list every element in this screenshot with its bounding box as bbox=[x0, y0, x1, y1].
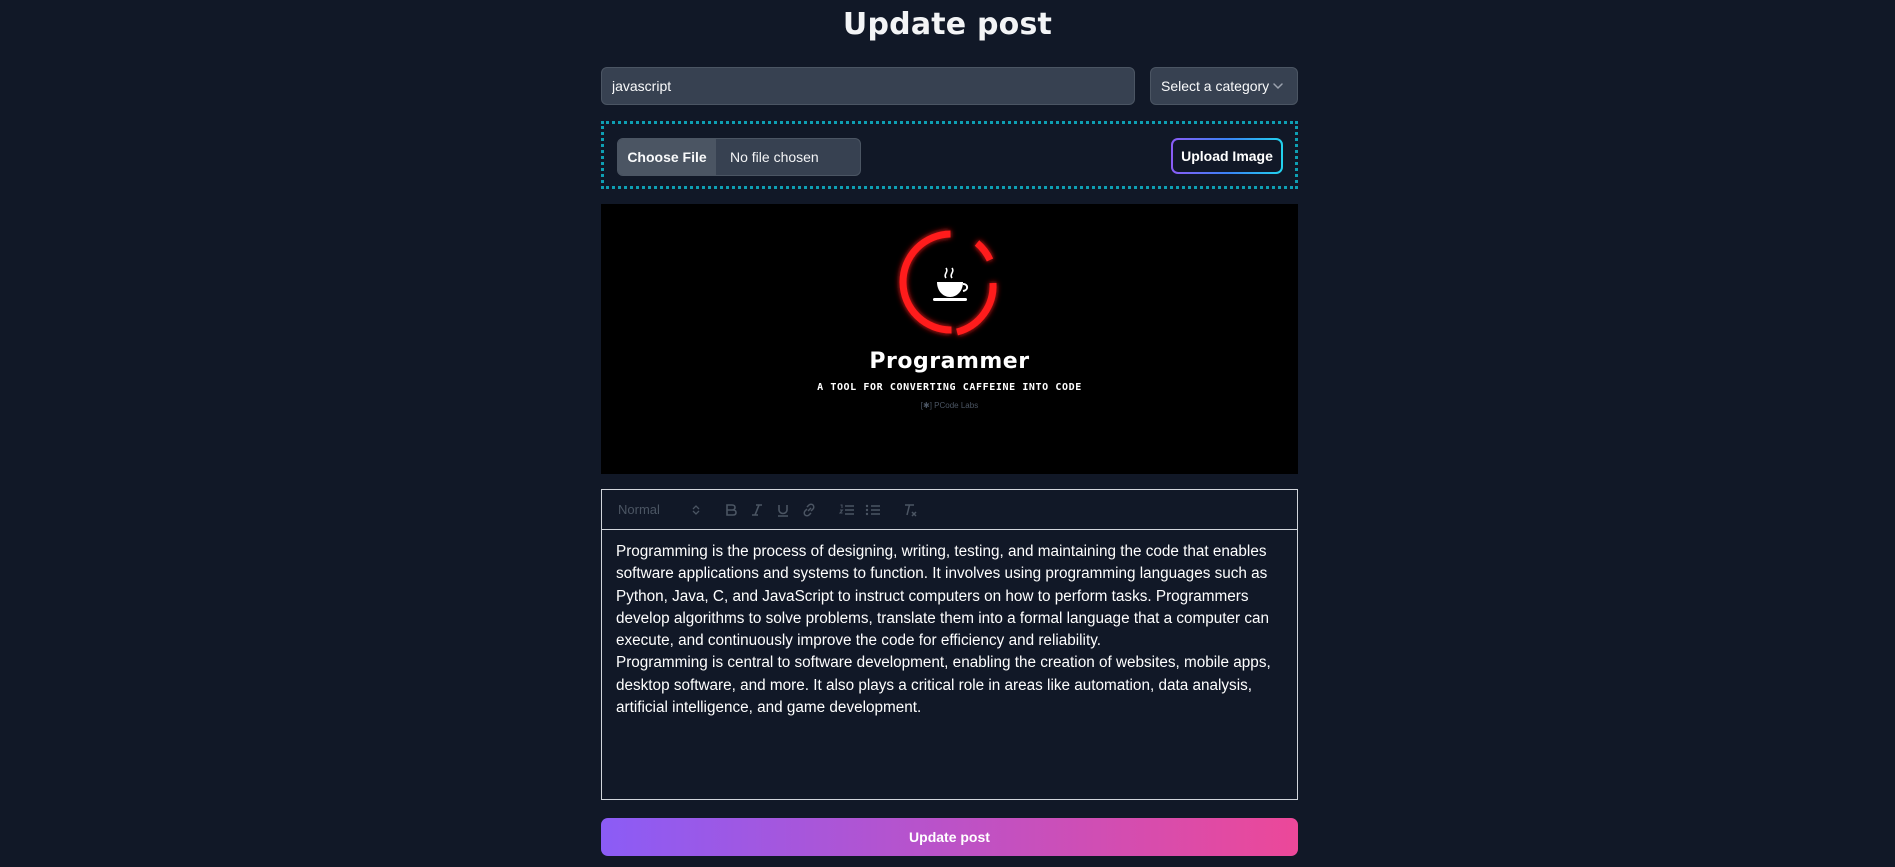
italic-icon[interactable] bbox=[744, 498, 770, 522]
link-icon[interactable] bbox=[796, 498, 822, 522]
editor-toolbar: Normal bbox=[602, 490, 1297, 530]
ordered-list-icon[interactable] bbox=[834, 498, 860, 522]
bullet-list-icon[interactable] bbox=[860, 498, 886, 522]
format-select-value: Normal bbox=[618, 502, 660, 517]
page-title: Update post bbox=[842, 7, 1053, 42]
upload-image-button[interactable]: Upload Image bbox=[1171, 138, 1283, 174]
underline-icon[interactable] bbox=[770, 498, 796, 522]
rich-text-editor: Normal Programming is the process of des… bbox=[601, 489, 1298, 800]
file-status-text: No file chosen bbox=[730, 149, 819, 165]
post-title-input[interactable] bbox=[601, 67, 1135, 105]
image-preview: Programmer A TOOL FOR CONVERTING CAFFEIN… bbox=[601, 204, 1298, 474]
coffee-cup-icon bbox=[933, 267, 969, 301]
category-select-value: Select a category bbox=[1161, 78, 1270, 94]
editor-paragraph: Programming is the process of designing,… bbox=[616, 543, 1270, 650]
update-post-page: Update post Select a category Choose Fil… bbox=[0, 0, 1895, 867]
image-upload-dropzone: Choose File No file chosen Upload Image bbox=[601, 121, 1298, 189]
editor-paragraph: Programming is central to software devel… bbox=[616, 654, 1271, 717]
clear-format-icon[interactable] bbox=[898, 498, 924, 522]
sort-arrows-icon bbox=[692, 504, 700, 515]
file-input[interactable]: Choose File No file chosen bbox=[617, 138, 861, 176]
preview-credit: [✱] PCode Labs bbox=[920, 401, 979, 410]
category-select[interactable]: Select a category bbox=[1150, 67, 1298, 105]
bold-icon[interactable] bbox=[718, 498, 744, 522]
preview-heading: Programmer bbox=[869, 349, 1030, 374]
choose-file-button[interactable]: Choose File bbox=[618, 139, 716, 175]
update-post-button[interactable]: Update post bbox=[601, 818, 1298, 856]
editor-content[interactable]: Programming is the process of designing,… bbox=[602, 530, 1297, 730]
chevron-down-icon bbox=[1273, 83, 1283, 90]
preview-subtitle: A TOOL FOR CONVERTING CAFFEINE INTO CODE bbox=[817, 382, 1082, 393]
caffeine-ring-graphic bbox=[899, 230, 997, 336]
format-select[interactable]: Normal bbox=[618, 502, 700, 517]
